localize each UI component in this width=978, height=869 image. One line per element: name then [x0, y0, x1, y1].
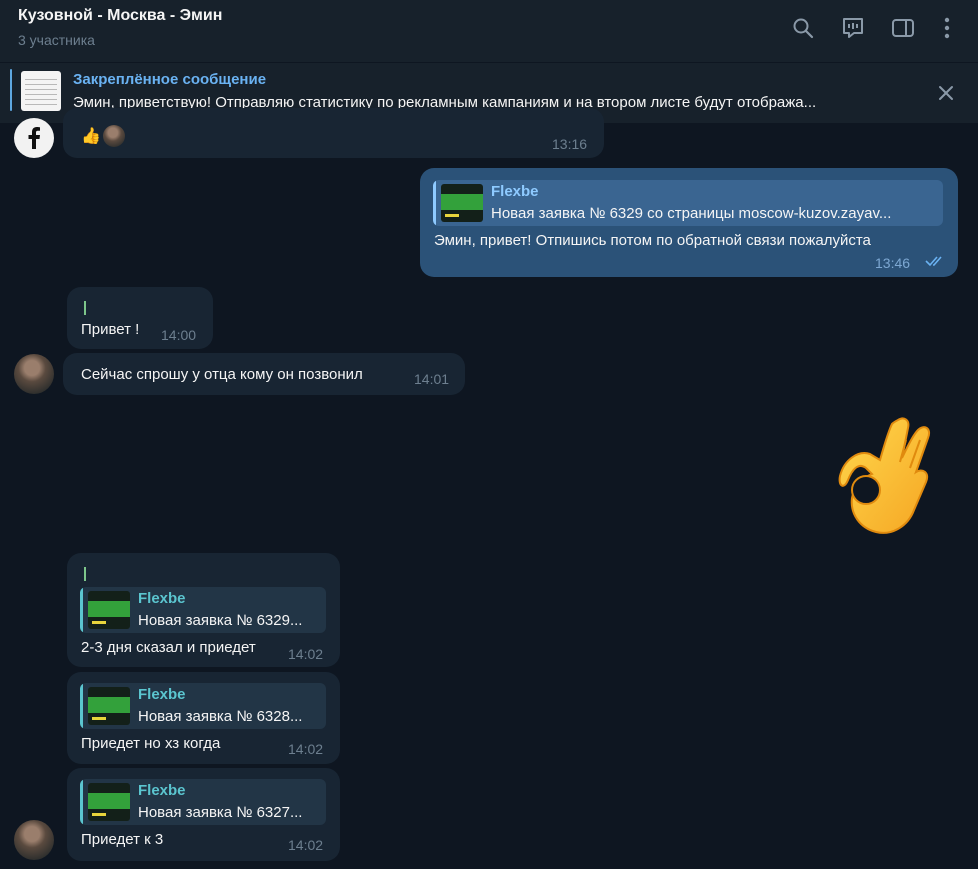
reply-sender: Flexbe	[138, 686, 186, 703]
message-time: 13:46	[875, 255, 911, 271]
message-time: 14:00	[161, 327, 197, 343]
facebook-avatar-icon[interactable]	[14, 118, 54, 158]
reactions[interactable]: 👍	[81, 124, 125, 148]
message-time: 13:16	[552, 136, 588, 152]
pinned-accent-bar	[10, 69, 12, 111]
reply-thumbnail	[88, 687, 130, 725]
user-avatar[interactable]	[14, 354, 54, 394]
message-text: Сейчас спрошу у отца кому он позвонил	[81, 366, 363, 383]
message-bubble[interactable]: Flexbe Новая заявка № 6327... Приедет к …	[67, 768, 340, 861]
message-text: Эмин, привет! Отпишись потом по обратной…	[434, 232, 871, 249]
message-bubble[interactable]: Привет ! 14:00	[67, 287, 213, 349]
member-count[interactable]: 3 участника	[18, 32, 95, 48]
reply-thumbnail	[88, 591, 130, 629]
reply-thumbnail	[441, 184, 483, 222]
message-time: 14:02	[288, 646, 324, 662]
message-text: Привет !	[81, 321, 140, 338]
message-time: 14:02	[288, 741, 324, 757]
message-bubble[interactable]: Flexbe Новая заявка № 6328... Приедет но…	[67, 672, 340, 764]
message-text: 2-3 дня сказал и приедет	[81, 639, 256, 656]
outgoing-message-bubble[interactable]: Flexbe Новая заявка № 6329 со страницы m…	[420, 168, 958, 277]
more-vertical-icon[interactable]	[934, 15, 960, 41]
pinned-title: Закреплённое сообщение	[73, 71, 267, 88]
reply-text: Новая заявка № 6328...	[138, 708, 303, 725]
sidebar-toggle-icon[interactable]	[890, 15, 916, 41]
message-bubble[interactable]: 👍 13:16	[63, 108, 604, 158]
text-cursor	[84, 567, 86, 581]
message-text: Приедет к 3	[81, 831, 164, 848]
ok-hand-sticker[interactable]	[836, 410, 936, 540]
reply-accent-bar	[80, 779, 83, 825]
message-bubble[interactable]: Сейчас спрошу у отца кому он позвонил 14…	[63, 353, 465, 395]
reply-text: Новая заявка № 6327...	[138, 804, 303, 821]
video-chat-icon[interactable]	[840, 15, 866, 41]
message-text: Приедет но хз когда	[81, 735, 221, 752]
chat-header: Кузовной - Москва - Эмин 3 участника	[0, 0, 978, 62]
message-bubble[interactable]: Flexbe Новая заявка № 6329... 2-3 дня ск…	[67, 553, 340, 667]
reply-preview[interactable]: Flexbe Новая заявка № 6328...	[80, 683, 326, 729]
reaction-avatar	[102, 125, 125, 147]
reply-accent-bar	[80, 587, 83, 633]
reply-text: Новая заявка № 6329...	[138, 612, 303, 629]
reply-sender: Flexbe	[491, 183, 539, 200]
message-time: 14:01	[414, 371, 450, 387]
reply-preview[interactable]: Flexbe Новая заявка № 6329 со страницы m…	[433, 180, 943, 226]
thumbs-up-reaction[interactable]: 👍	[81, 126, 101, 146]
reply-sender: Flexbe	[138, 590, 186, 607]
pinned-thumbnail	[21, 71, 61, 111]
reply-preview[interactable]: Flexbe Новая заявка № 6329...	[80, 587, 326, 633]
close-icon[interactable]	[934, 81, 958, 105]
message-time: 14:02	[288, 837, 324, 853]
chat-title[interactable]: Кузовной - Москва - Эмин	[18, 7, 222, 25]
reply-preview[interactable]: Flexbe Новая заявка № 6327...	[80, 779, 326, 825]
search-icon[interactable]	[790, 15, 816, 41]
reply-text: Новая заявка № 6329 со страницы moscow-k…	[491, 205, 892, 222]
user-avatar[interactable]	[14, 820, 54, 860]
reply-sender: Flexbe	[138, 782, 186, 799]
reply-thumbnail	[88, 783, 130, 821]
reply-accent-bar	[433, 180, 436, 226]
double-check-icon	[925, 254, 947, 271]
text-cursor	[84, 301, 86, 315]
reply-accent-bar	[80, 683, 83, 729]
